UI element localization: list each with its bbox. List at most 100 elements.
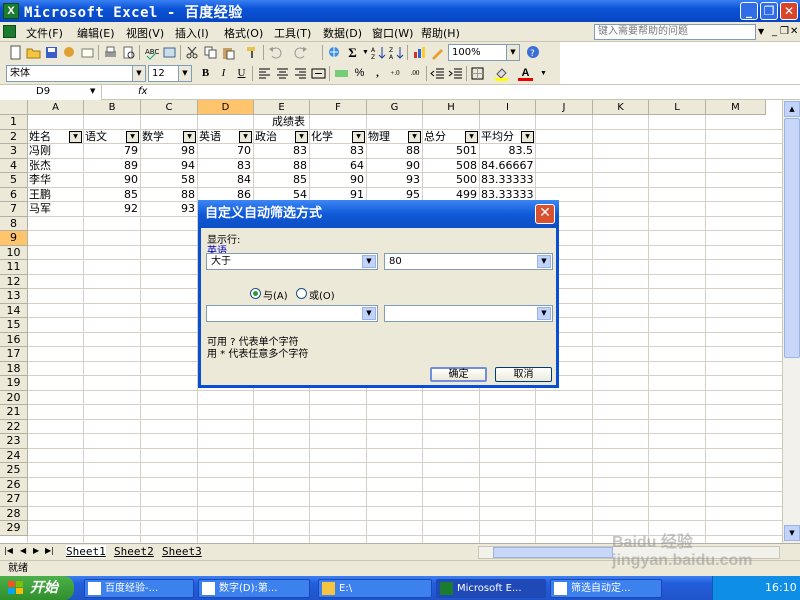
align-right-icon[interactable] <box>293 66 308 81</box>
score-cell[interactable]: 93 <box>142 202 195 216</box>
clock[interactable]: 16:10 <box>765 576 797 600</box>
format-painter-icon[interactable] <box>245 45 260 60</box>
zoom-select[interactable]: 100% ▼ <box>448 44 520 61</box>
redo-icon[interactable] <box>293 45 308 60</box>
font-name-dropdown-icon[interactable]: ▼ <box>132 66 145 81</box>
or-radio[interactable] <box>296 288 307 299</box>
menu-view[interactable]: 视图(V) <box>126 25 164 41</box>
row-header-14[interactable]: 14 <box>0 303 28 318</box>
row-header-21[interactable]: 21 <box>0 405 28 420</box>
filter-dropdown-icon[interactable]: ▼ <box>69 130 82 143</box>
operator2-dropdown-icon[interactable]: ▼ <box>362 307 376 320</box>
task-item-2[interactable]: 数字(D):第... <box>198 579 310 598</box>
score-cell[interactable]: 500 <box>424 173 477 187</box>
workbook-icon[interactable] <box>3 25 16 38</box>
operator1-select[interactable]: 大于 ▼ <box>206 253 378 270</box>
row-header-22[interactable]: 22 <box>0 419 28 434</box>
filter-dropdown-icon[interactable]: ▼ <box>408 130 421 143</box>
drawing-icon[interactable] <box>430 45 445 60</box>
menu-insert[interactable]: 插入(I) <box>175 25 209 41</box>
last-sheet-icon[interactable]: ▶| <box>45 546 54 555</box>
cut-icon[interactable] <box>185 45 200 60</box>
column-header-b[interactable]: B <box>84 100 141 115</box>
formula-input[interactable] <box>150 85 800 100</box>
value1-dropdown-icon[interactable]: ▼ <box>537 255 551 268</box>
menu-tools[interactable]: 工具(T) <box>274 25 311 41</box>
task-item-1[interactable]: 百度经验-... <box>84 579 194 598</box>
doc-close-icon[interactable]: ✕ <box>790 26 798 37</box>
open-icon[interactable] <box>26 45 41 60</box>
sheet-tab-3[interactable]: Sheet3 <box>162 545 202 558</box>
row-header-5[interactable]: 5 <box>0 173 28 188</box>
score-cell[interactable]: 85 <box>85 188 138 202</box>
doc-minimize-icon[interactable]: _ <box>772 26 777 37</box>
score-cell[interactable]: 90 <box>311 173 364 187</box>
score-cell[interactable]: 92 <box>85 202 138 216</box>
score-cell[interactable]: 98 <box>142 144 195 158</box>
sheet-tab-1[interactable]: Sheet1 <box>66 545 106 558</box>
spelling-icon[interactable]: ABC <box>144 45 159 60</box>
score-cell[interactable]: 83.5 <box>481 144 534 158</box>
fill-color-icon[interactable] <box>494 66 509 81</box>
row-header-4[interactable]: 4 <box>0 158 28 173</box>
row-header-25[interactable]: 25 <box>0 463 28 478</box>
filter-dropdown-icon[interactable]: ▼ <box>465 130 478 143</box>
row-header-10[interactable]: 10 <box>0 245 28 260</box>
row-header-13[interactable]: 13 <box>0 289 28 304</box>
merge-center-icon[interactable] <box>311 66 326 81</box>
row-header-18[interactable]: 18 <box>0 361 28 376</box>
currency-icon[interactable] <box>334 66 349 81</box>
close-button[interactable]: ✕ <box>780 2 798 20</box>
filter-dropdown-icon[interactable]: ▼ <box>521 130 534 143</box>
row-header-12[interactable]: 12 <box>0 274 28 289</box>
score-cell[interactable]: 90 <box>85 173 138 187</box>
comma-button[interactable]: , <box>370 66 385 81</box>
font-name-select[interactable]: 宋体 ▼ <box>6 65 146 82</box>
scroll-up-icon[interactable]: ▲ <box>784 101 800 117</box>
filter-dropdown-icon[interactable]: ▼ <box>183 130 196 143</box>
column-header-f[interactable]: F <box>310 100 367 115</box>
row-header-24[interactable]: 24 <box>0 448 28 463</box>
research-icon[interactable] <box>162 45 177 60</box>
row-header-16[interactable]: 16 <box>0 332 28 347</box>
zoom-dropdown-icon[interactable]: ▼ <box>506 45 519 60</box>
score-cell[interactable]: 83 <box>199 159 251 173</box>
score-cell[interactable]: 58 <box>142 173 195 187</box>
vertical-scroll-thumb[interactable] <box>784 118 800 358</box>
restore-button[interactable]: ❐ <box>760 2 778 20</box>
undo-icon[interactable] <box>268 45 283 60</box>
borders-icon[interactable] <box>470 66 485 81</box>
column-header-d[interactable]: D <box>198 100 254 115</box>
name-cell[interactable]: 李华 <box>29 173 81 187</box>
column-header-c[interactable]: C <box>141 100 198 115</box>
row-header-20[interactable]: 20 <box>0 390 28 405</box>
horizontal-scroll-thumb[interactable] <box>493 547 613 558</box>
dialog-close-button[interactable]: ✕ <box>535 204 555 224</box>
menu-help[interactable]: 帮助(H) <box>421 25 460 41</box>
score-cell[interactable]: 88 <box>255 159 307 173</box>
help-search-input[interactable]: 键入需要帮助的问题 <box>594 24 756 40</box>
sheet-tab-2[interactable]: Sheet2 <box>114 545 154 558</box>
value2-input[interactable]: ▼ <box>384 305 553 322</box>
row-header-7[interactable]: 7 <box>0 202 28 217</box>
score-cell[interactable]: 508 <box>424 159 477 173</box>
score-cell[interactable]: 88 <box>368 144 420 158</box>
task-item-3[interactable]: E:\ <box>318 579 432 598</box>
chart-wizard-icon[interactable] <box>412 45 427 60</box>
font-color-dropdown-icon[interactable]: ▼ <box>536 66 551 81</box>
print-icon[interactable] <box>103 45 118 60</box>
email-icon[interactable] <box>80 45 95 60</box>
paste-icon[interactable] <box>221 45 236 60</box>
decrease-decimal-button[interactable]: .00 <box>406 66 424 81</box>
name-cell[interactable]: 王鹏 <box>29 188 81 202</box>
score-cell[interactable]: 85 <box>255 173 307 187</box>
name-cell[interactable]: 马军 <box>29 202 81 216</box>
italic-button[interactable]: I <box>216 66 231 81</box>
row-header-15[interactable]: 15 <box>0 318 28 333</box>
score-cell[interactable]: 64 <box>311 159 364 173</box>
sort-ascending-icon[interactable]: AZ <box>371 45 386 60</box>
copy-icon[interactable] <box>203 45 218 60</box>
hyperlink-icon[interactable] <box>327 45 342 60</box>
name-cell[interactable]: 冯刚 <box>29 144 81 158</box>
row-header-28[interactable]: 28 <box>0 506 28 521</box>
